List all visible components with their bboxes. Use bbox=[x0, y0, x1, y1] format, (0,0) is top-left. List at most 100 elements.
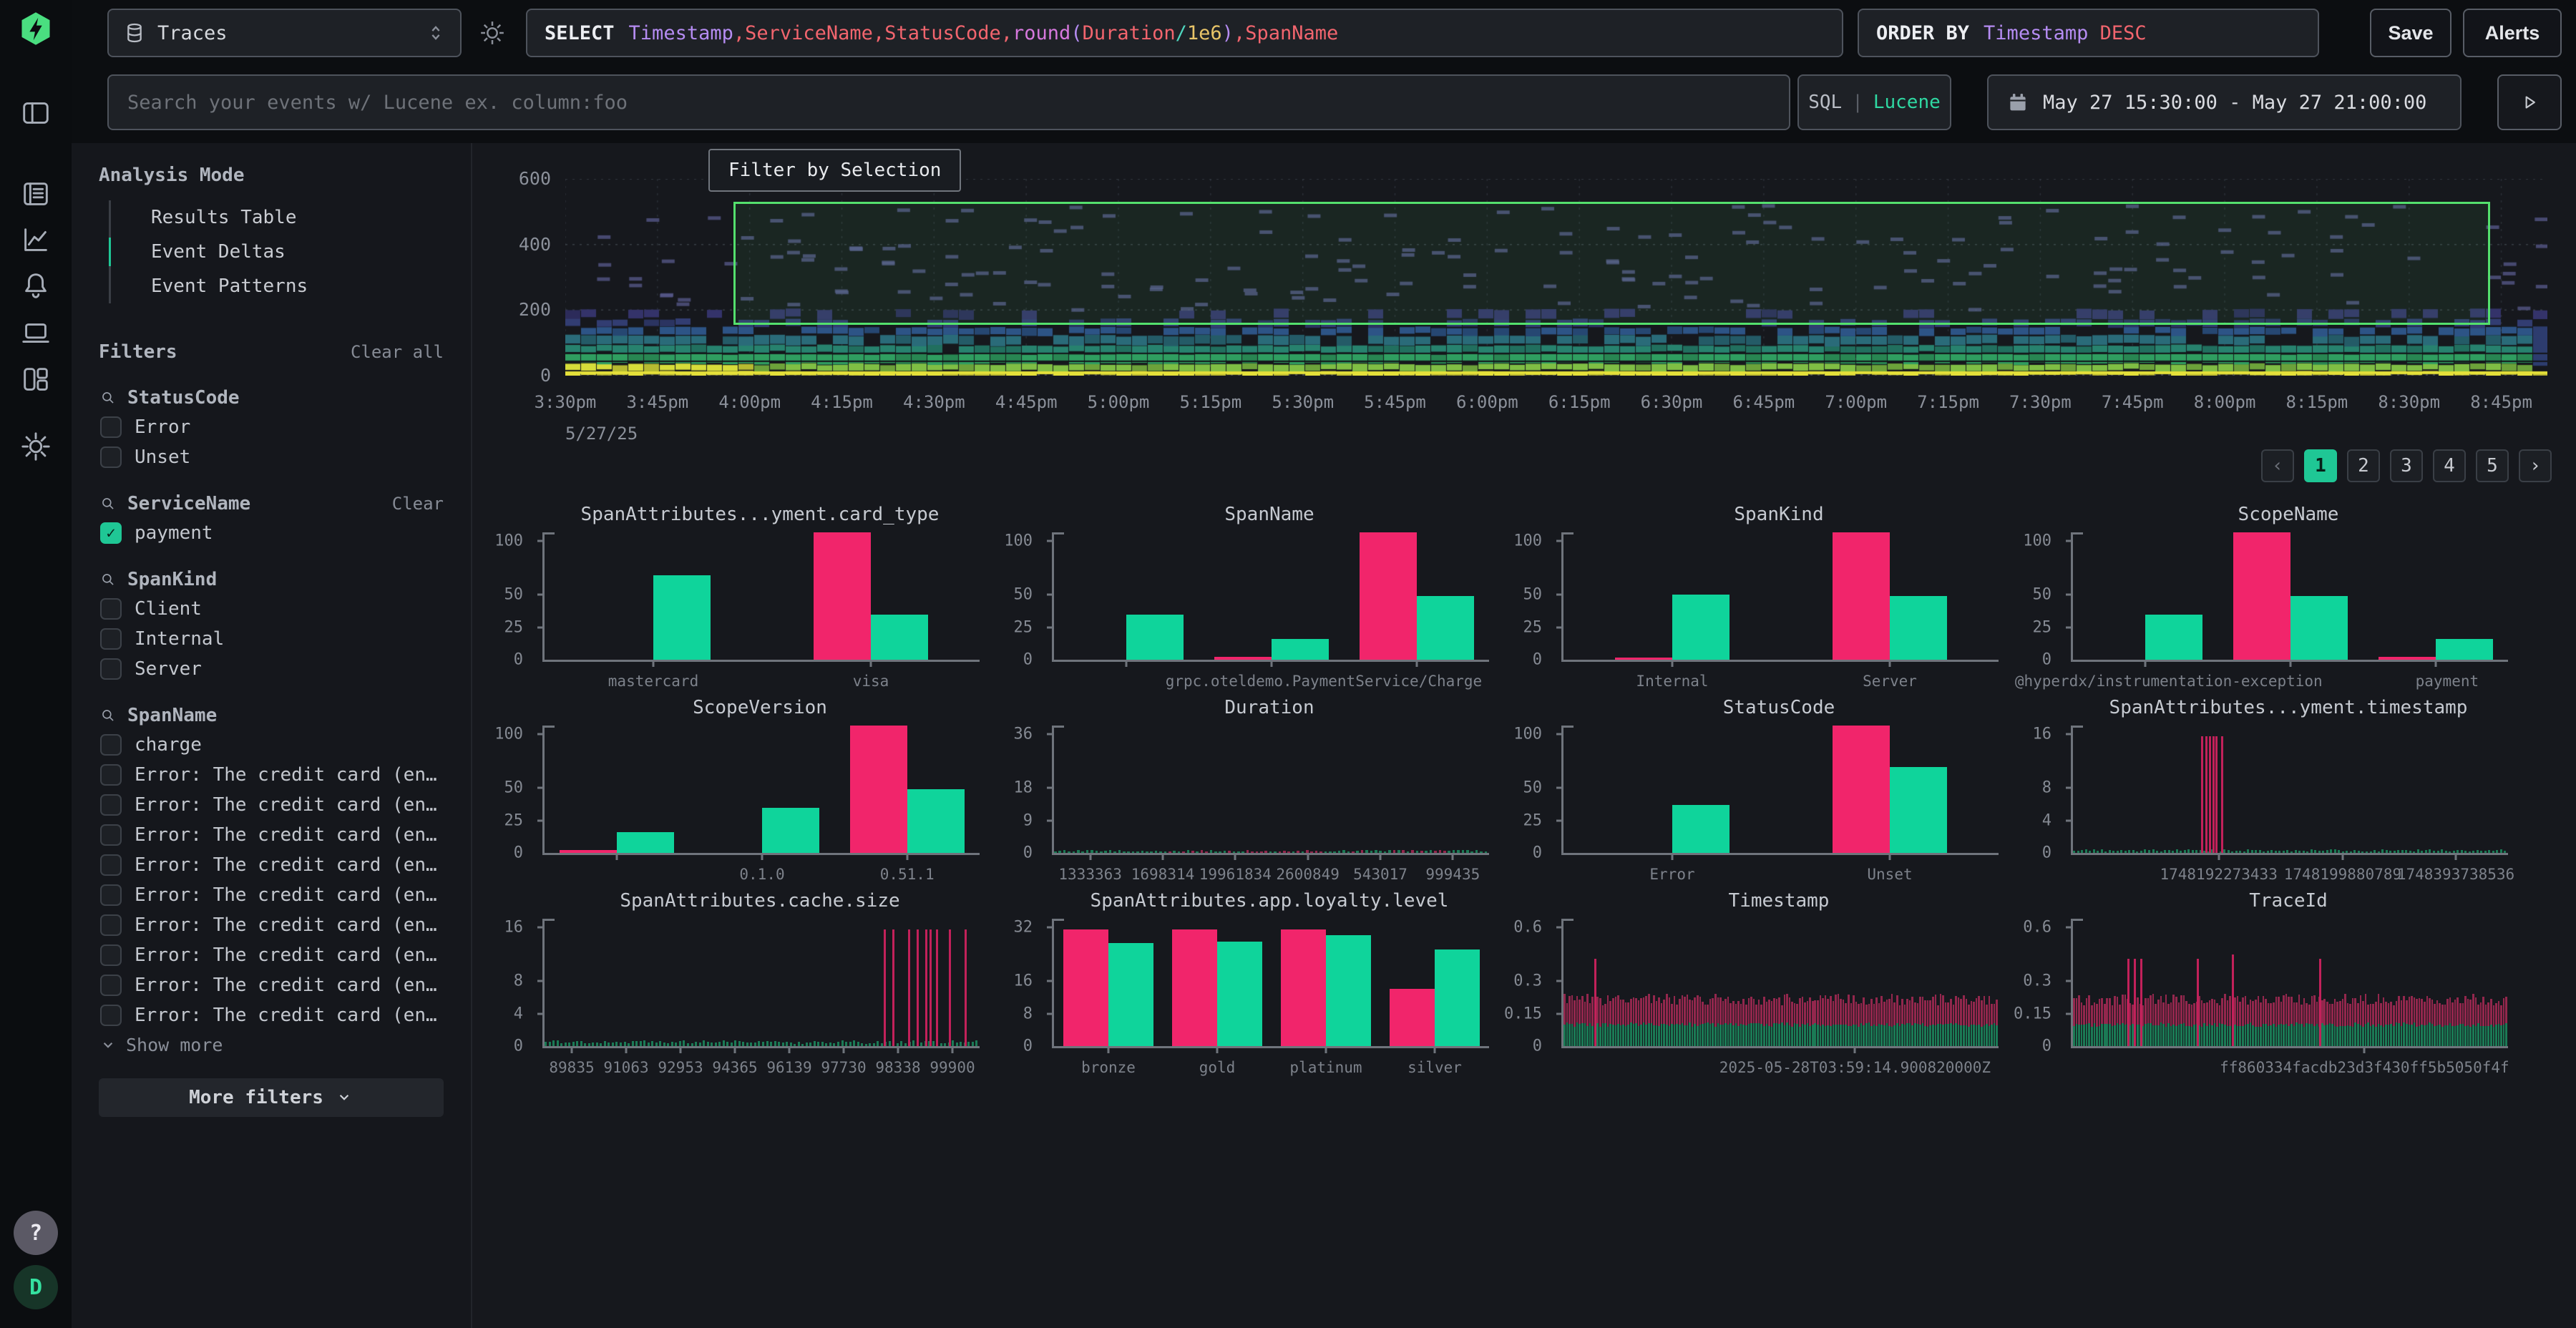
pagination-page-1[interactable]: 1 bbox=[2304, 449, 2337, 482]
dashboards-icon[interactable] bbox=[17, 361, 54, 398]
filter-checkbox[interactable] bbox=[100, 884, 122, 906]
chart-plot[interactable]: 02550100@hyperdx/instrumentation-excepti… bbox=[2071, 532, 2508, 662]
show-more-toggle[interactable]: Show more bbox=[99, 1035, 444, 1055]
filter-checkbox[interactable] bbox=[100, 658, 122, 680]
filter-option[interactable]: Error: The credit card (end… bbox=[99, 880, 444, 910]
language-toggle[interactable]: SQL | Lucene bbox=[1797, 74, 1951, 130]
alerts-bell-icon[interactable] bbox=[17, 267, 54, 304]
filter-checkbox[interactable]: ✓ bbox=[100, 522, 122, 544]
hyperdx-logo[interactable] bbox=[17, 10, 54, 47]
pagination-page-5[interactable]: 5 bbox=[2476, 449, 2509, 482]
filter-checkbox[interactable] bbox=[100, 628, 122, 650]
source-selector[interactable]: Traces bbox=[107, 9, 462, 57]
filter-checkbox[interactable] bbox=[100, 944, 122, 966]
filter-option[interactable]: Error: The credit card (end… bbox=[99, 820, 444, 850]
filter-option[interactable]: ✓payment bbox=[99, 518, 444, 548]
dense-bar bbox=[1264, 851, 1267, 853]
filter-option[interactable]: Server bbox=[99, 654, 444, 684]
delta-chart-3[interactable]: ScopeName02550100@hyperdx/instrumentatio… bbox=[2029, 494, 2539, 687]
filter-checkbox[interactable] bbox=[100, 446, 122, 468]
analysis-mode-item-event-patterns[interactable]: Event Patterns bbox=[111, 269, 444, 303]
filter-checkbox[interactable] bbox=[100, 734, 122, 756]
sessions-laptop-icon[interactable] bbox=[17, 315, 54, 352]
filter-option[interactable]: Internal bbox=[99, 624, 444, 654]
panel-toggle-icon[interactable] bbox=[17, 94, 54, 132]
analysis-mode-item-event-deltas[interactable]: Event Deltas bbox=[111, 235, 444, 269]
alerts-button[interactable]: Alerts bbox=[2463, 9, 2562, 57]
order-by-input[interactable]: ORDER BY Timestamp DESC bbox=[1858, 9, 2319, 57]
filter-option[interactable]: Error: The credit card (end… bbox=[99, 970, 444, 1000]
search-logs-icon[interactable] bbox=[17, 175, 54, 213]
help-button[interactable]: ? bbox=[14, 1211, 58, 1255]
filter-option[interactable]: Unset bbox=[99, 442, 444, 472]
chart-plot[interactable]: 02550100grpc.oteldemo.PaymentService/Cha… bbox=[1052, 532, 1489, 662]
filter-checkbox[interactable] bbox=[100, 854, 122, 876]
heatmap-selection-rect[interactable] bbox=[733, 202, 2490, 325]
delta-chart-5[interactable]: Duration09183613333631698314199618342600… bbox=[1010, 687, 1520, 880]
more-filters-button[interactable]: More filters bbox=[99, 1078, 444, 1117]
clear-all-filters-link[interactable]: Clear all bbox=[351, 342, 444, 362]
select-query-input[interactable]: SELECT Timestamp,ServiceName,StatusCode,… bbox=[526, 9, 1843, 57]
time-range-picker[interactable]: May 27 15:30:00 - May 27 21:00:00 bbox=[1987, 74, 2462, 130]
filter-group-header-SpanName[interactable]: SpanName bbox=[99, 701, 444, 730]
filter-group-header-StatusCode[interactable]: StatusCode bbox=[99, 384, 444, 412]
filter-checkbox[interactable] bbox=[100, 416, 122, 438]
filter-option[interactable]: Error: The credit card (end… bbox=[99, 790, 444, 820]
filter-group-header-SpanKind[interactable]: SpanKind bbox=[99, 565, 444, 594]
filter-checkbox[interactable] bbox=[100, 794, 122, 816]
pagination-next[interactable]: › bbox=[2519, 449, 2552, 482]
search-input[interactable]: Search your events w/ Lucene ex. column:… bbox=[107, 74, 1790, 130]
pagination-page-2[interactable]: 2 bbox=[2347, 449, 2380, 482]
delta-chart-6[interactable]: StatusCode02550100ErrorUnset bbox=[1520, 687, 2029, 880]
delta-chart-8[interactable]: SpanAttributes.cache.size048168983591063… bbox=[501, 880, 1010, 1073]
filter-checkbox[interactable] bbox=[100, 824, 122, 846]
delta-chart-10[interactable]: Timestamp00.150.30.62025-05-28T03:59:14.… bbox=[1520, 880, 2029, 1073]
analysis-mode-item-results-table[interactable]: Results Table bbox=[111, 200, 444, 235]
chart-plot[interactable]: 0481617481922734331748199880789174839373… bbox=[2071, 726, 2508, 855]
language-lucene[interactable]: Lucene bbox=[1873, 92, 1941, 113]
filter-by-selection-button[interactable]: Filter by Selection bbox=[708, 149, 961, 192]
pagination-page-4[interactable]: 4 bbox=[2433, 449, 2466, 482]
filter-option[interactable]: Client bbox=[99, 594, 444, 624]
save-button[interactable]: Save bbox=[2370, 9, 2451, 57]
run-query-button[interactable] bbox=[2497, 74, 2562, 130]
filter-option[interactable]: charge bbox=[99, 730, 444, 760]
filter-checkbox[interactable] bbox=[100, 598, 122, 620]
chart-plot[interactable]: 0481689835910639295394365961399773098338… bbox=[542, 919, 980, 1048]
chart-plot[interactable]: 02550100InternalServer bbox=[1561, 532, 1999, 662]
chart-plot[interactable]: 02550100mastercardvisa bbox=[542, 532, 980, 662]
filter-checkbox[interactable] bbox=[100, 914, 122, 936]
filter-option[interactable]: Error: The credit card (end… bbox=[99, 1000, 444, 1030]
filter-option[interactable]: Error: The credit card (end… bbox=[99, 850, 444, 880]
pagination-page-3[interactable]: 3 bbox=[2390, 449, 2423, 482]
chart-plot[interactable]: 0918361333363169831419961834260084954301… bbox=[1052, 726, 1489, 855]
delta-chart-1[interactable]: SpanName02550100grpc.oteldemo.PaymentSer… bbox=[1010, 494, 1520, 687]
delta-chart-9[interactable]: SpanAttributes.app.loyalty.level081632br… bbox=[1010, 880, 1520, 1073]
delta-chart-2[interactable]: SpanKind02550100InternalServer bbox=[1520, 494, 2029, 687]
filter-checkbox[interactable] bbox=[100, 1005, 122, 1026]
filter-option[interactable]: Error: The credit card (end… bbox=[99, 940, 444, 970]
settings-gear-icon[interactable] bbox=[17, 428, 54, 465]
filter-option[interactable]: Error: The credit card (end… bbox=[99, 760, 444, 790]
query-settings-gear-icon[interactable] bbox=[478, 19, 507, 50]
delta-chart-4[interactable]: ScopeVersion025501000.1.00.51.1 bbox=[501, 687, 1010, 880]
chart-explorer-icon[interactable] bbox=[17, 221, 54, 258]
chart-plot[interactable]: 025501000.1.00.51.1 bbox=[542, 726, 980, 855]
filter-checkbox[interactable] bbox=[100, 764, 122, 786]
chart-plot[interactable]: 02550100ErrorUnset bbox=[1561, 726, 1999, 855]
pagination-prev[interactable]: ‹ bbox=[2261, 449, 2294, 482]
delta-chart-0[interactable]: SpanAttributes...yment.card_type02550100… bbox=[501, 494, 1010, 687]
clear-filter-link[interactable]: Clear bbox=[392, 494, 444, 514]
filter-option[interactable]: Error: The credit card (end… bbox=[99, 910, 444, 940]
delta-chart-11[interactable]: TraceId00.150.30.6ff860334facdb23d3f430f… bbox=[2029, 880, 2539, 1073]
chart-plot[interactable]: 00.150.30.6ff860334facdb23d3f430ff5b5050… bbox=[2071, 919, 2508, 1048]
filter-checkbox[interactable] bbox=[100, 975, 122, 996]
filter-option[interactable]: Error bbox=[99, 412, 444, 442]
delta-chart-7[interactable]: SpanAttributes...yment.timestamp04816174… bbox=[2029, 687, 2539, 880]
axis-cap bbox=[1054, 532, 1064, 534]
filter-group-header-ServiceName[interactable]: ServiceNameClear bbox=[99, 489, 444, 518]
language-sql[interactable]: SQL bbox=[1808, 92, 1842, 113]
chart-plot[interactable]: 00.150.30.62025-05-28T03:59:14.900820000… bbox=[1561, 919, 1999, 1048]
chart-plot[interactable]: 081632bronzegoldplatinumsilver bbox=[1052, 919, 1489, 1048]
user-avatar[interactable]: D bbox=[14, 1265, 58, 1309]
